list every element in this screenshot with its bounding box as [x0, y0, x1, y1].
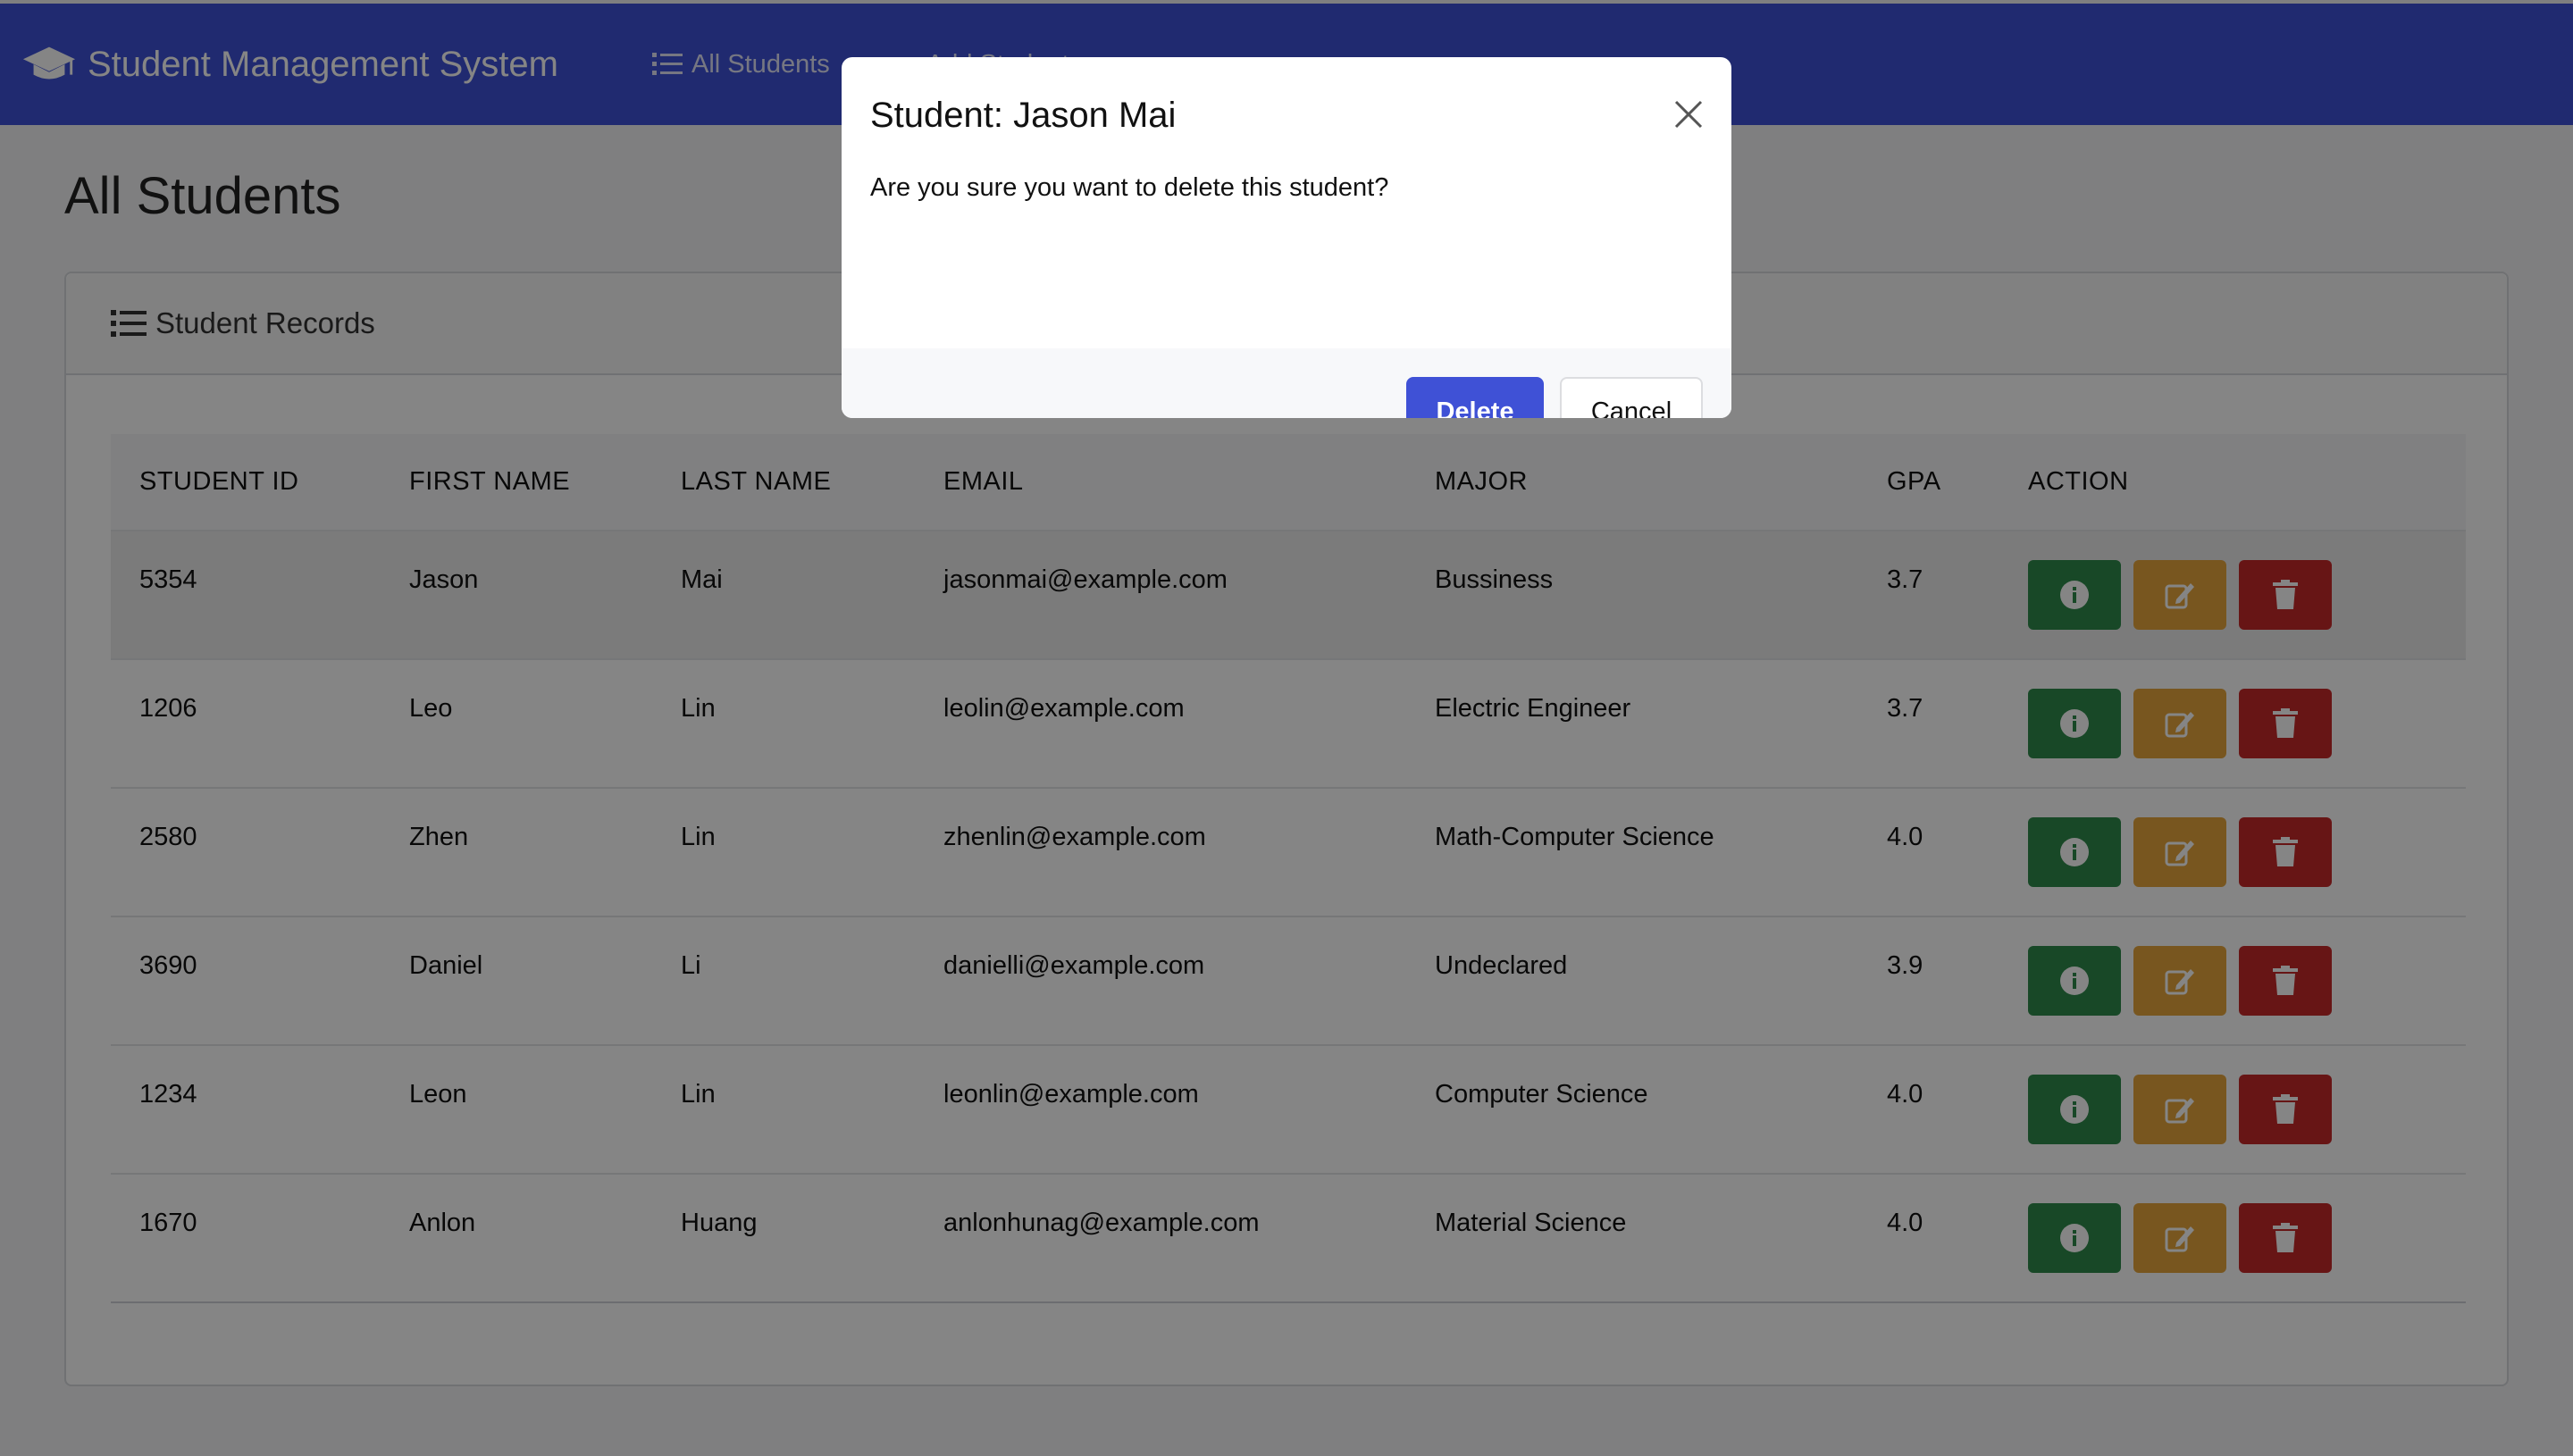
modal-title: Student: Jason Mai — [870, 95, 1177, 135]
close-button[interactable] — [1671, 96, 1706, 132]
modal-footer: Delete Cancel — [842, 348, 1731, 418]
modal-body: Are you sure you want to delete this stu… — [842, 173, 1731, 348]
delete-confirm-modal: Student: Jason Mai Are you sure you want… — [842, 57, 1731, 418]
modal-message: Are you sure you want to delete this stu… — [870, 173, 1389, 202]
modal-header: Student: Jason Mai — [842, 57, 1731, 173]
delete-button[interactable]: Delete — [1406, 377, 1544, 418]
cancel-button[interactable]: Cancel — [1560, 377, 1703, 418]
close-icon — [1674, 100, 1703, 129]
